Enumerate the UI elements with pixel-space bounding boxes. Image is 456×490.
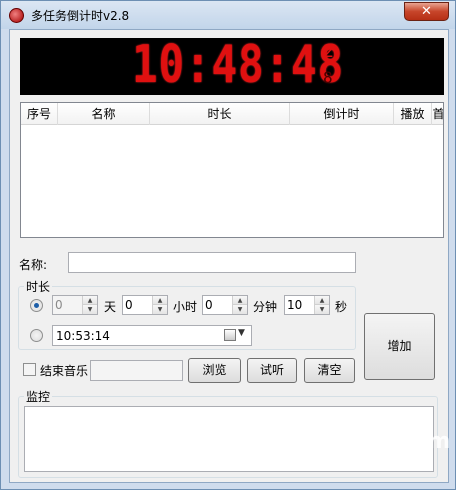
seconds-spinner-arrows: ▲ ▼ [314,296,329,314]
minutes-spinner[interactable]: 0 ▲ ▼ [202,295,248,315]
add-button[interactable]: 增加 [364,313,435,380]
name-label: 名称: [19,258,48,272]
end-music-checkbox[interactable] [23,363,36,376]
duration-mode-radio[interactable] [30,299,43,312]
time-mode-radio[interactable] [30,329,43,342]
name-input[interactable] [68,252,356,273]
days-value: 0 [55,298,63,312]
minutes-value: 0 [205,298,213,312]
app-icon [9,8,24,23]
time-picker-value: 10:53:14 [56,329,110,343]
spin-down-icon[interactable]: ▼ [153,305,167,314]
watermark-logo: Yuzo.com [319,429,453,454]
column-header-play[interactable]: 播放 [394,103,432,125]
window-title: 多任务倒计时v2.8 [31,9,130,23]
clear-button[interactable]: 清空 [304,358,355,383]
clock-time: 10:48:48 [132,35,344,95]
listen-button[interactable]: 试听 [247,358,297,383]
clock-small-digit: 2 [323,41,334,62]
spin-up-icon[interactable]: ▲ [233,296,247,305]
calendar-icon[interactable] [224,329,236,341]
minutes-unit-label: 分钟 [253,300,278,314]
days-spinner[interactable]: 0 ▲ ▼ [52,295,98,315]
seconds-unit-label: 秒 [335,300,348,314]
main-window: 多任务倒计时v2.8 ✕ 10:48:48 2 8 序号 名称 时长 倒计时 播… [0,0,456,490]
column-header-index[interactable]: 序号 [21,103,58,125]
column-header-name[interactable]: 名称 [58,103,150,125]
hours-spinner[interactable]: 0 ▲ ▼ [122,295,168,315]
monitor-group-title: 监控 [24,388,53,405]
days-unit-label: 天 [104,300,117,314]
hours-spinner-arrows: ▲ ▼ [152,296,167,314]
task-list-header: 序号 名称 时长 倒计时 播放 首 [21,103,443,125]
task-list[interactable]: 序号 名称 时长 倒计时 播放 首 [20,102,444,238]
seconds-spinner[interactable]: 10 ▲ ▼ [284,295,330,315]
spin-up-icon[interactable]: ▲ [315,296,329,305]
end-music-label: 结束音乐 [40,364,89,378]
browse-button[interactable]: 浏览 [188,358,241,383]
spin-up-icon[interactable]: ▲ [83,296,97,305]
column-header-duration[interactable]: 时长 [150,103,290,125]
client-area: 10:48:48 2 8 序号 名称 时长 倒计时 播放 首 名称: 时长 0 … [9,29,449,483]
spin-down-icon[interactable]: ▼ [83,305,97,314]
led-clock-display: 10:48:48 2 8 [20,35,444,95]
close-button[interactable]: ✕ [404,2,449,21]
dropdown-arrow-icon[interactable]: ▼ [238,328,245,338]
seconds-value: 10 [287,298,303,312]
spin-down-icon[interactable]: ▼ [233,305,247,314]
days-spinner-arrows: ▲ ▼ [82,296,97,314]
column-header-countdown[interactable]: 倒计时 [290,103,394,125]
minutes-spinner-arrows: ▲ ▼ [232,296,247,314]
spin-up-icon[interactable]: ▲ [153,296,167,305]
music-path-input[interactable] [90,360,183,381]
hours-value: 0 [125,298,133,312]
title-bar: 多任务倒计时v2.8 ✕ [1,1,455,29]
clock-small-digit-dim: 8 [323,68,333,87]
spin-down-icon[interactable]: ▼ [315,305,329,314]
duration-group-title: 时长 [24,278,53,295]
time-picker[interactable]: 10:53:14 ▼ [52,325,252,346]
column-header-first[interactable]: 首 [432,103,443,125]
hours-unit-label: 小时 [173,300,198,314]
